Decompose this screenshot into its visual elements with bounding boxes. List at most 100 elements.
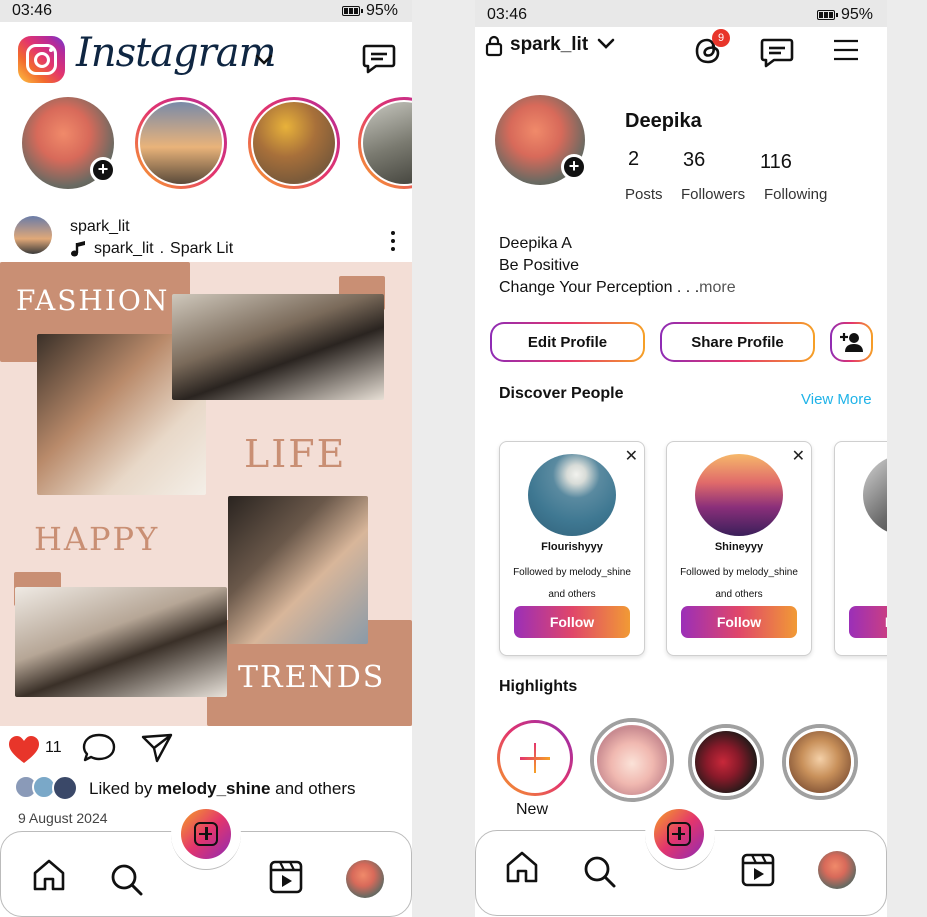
messenger-icon[interactable]: [362, 43, 396, 75]
stat-followers-value[interactable]: 36: [683, 149, 705, 172]
add-person-icon: [839, 333, 863, 352]
highlight-item[interactable]: [590, 718, 674, 802]
chevron-down-icon[interactable]: [597, 37, 615, 51]
profile-nav-avatar[interactable]: [818, 851, 856, 889]
follow-button[interactable]: Follow: [849, 606, 887, 638]
profile-display-name: Deepika: [625, 110, 702, 132]
status-bar: 03:46 95%: [475, 0, 887, 27]
suggestion-avatar[interactable]: [528, 454, 616, 536]
highlight-item[interactable]: [688, 724, 764, 800]
search-icon[interactable]: [583, 855, 617, 889]
music-note-icon: [71, 241, 85, 257]
suggestion-avatar[interactable]: [863, 454, 887, 536]
follow-button[interactable]: Follow: [514, 606, 630, 638]
liked-by-avatars: [14, 775, 80, 801]
post-author-avatar[interactable]: [14, 216, 52, 254]
story-own[interactable]: +: [22, 97, 116, 189]
instagram-wordmark: Instagram: [76, 30, 277, 76]
suggestion-followed-by: Followed: [841, 562, 888, 584]
new-highlight-button[interactable]: [497, 720, 573, 796]
bio-line: Change Your Perception . . .: [499, 279, 700, 296]
create-post-button[interactable]: [651, 806, 707, 862]
add-story-icon[interactable]: +: [90, 157, 116, 183]
messenger-icon[interactable]: [760, 37, 794, 69]
post-image[interactable]: FASHION LIFE HAPPY TRENDS: [0, 262, 412, 726]
plus-square-icon: [667, 822, 691, 846]
stat-following-value[interactable]: 116: [760, 151, 792, 174]
collage-photo: [172, 294, 384, 400]
reels-icon[interactable]: [269, 860, 303, 894]
like-heart-icon[interactable]: [8, 736, 40, 764]
bio-more-link[interactable]: more: [699, 279, 735, 296]
suggestion-name[interactable]: M: [835, 541, 887, 553]
audio-user: spark_lit: [94, 240, 154, 257]
audio-title: Spark Lit: [170, 240, 234, 257]
profile-nav-avatar[interactable]: [346, 860, 384, 898]
battery-percent: 95%: [365, 2, 398, 19]
add-story-icon[interactable]: +: [561, 154, 587, 180]
suggestion-card[interactable]: ✕ M Followed Follow: [834, 441, 887, 656]
suggestion-card[interactable]: ✕ Flourishyyy Followed by melody_shine an…: [499, 441, 645, 656]
collage-word: LIFE: [244, 432, 347, 476]
lock-icon: [485, 35, 503, 57]
status-time: 03:46: [12, 2, 53, 19]
highlight-item[interactable]: [782, 724, 858, 800]
status-time: 03:46: [487, 6, 528, 23]
status-bar: 03:46 95%: [0, 0, 412, 22]
stat-followers-label[interactable]: Followers: [681, 186, 745, 203]
create-post-button[interactable]: [178, 806, 234, 862]
discover-people-title: Discover People: [499, 385, 624, 402]
bio-line: Deepika A: [499, 235, 572, 252]
bio-line: Be Positive: [499, 257, 580, 274]
suggestion-name[interactable]: Shineyyy: [667, 541, 811, 553]
audio-separator: .: [159, 240, 165, 257]
collage-word: TRENDS: [238, 660, 386, 695]
discover-people-button[interactable]: [830, 322, 873, 362]
collage-word: FASHION: [16, 284, 170, 317]
share-send-icon[interactable]: [141, 733, 173, 763]
close-icon[interactable]: ✕: [625, 446, 638, 466]
feed-screen: 03:46 95% Instagram + spark_lit spark_li…: [0, 0, 412, 917]
stat-posts-value[interactable]: 2: [628, 148, 639, 171]
collage-photo: [228, 496, 368, 644]
search-icon[interactable]: [110, 863, 144, 897]
close-icon[interactable]: ✕: [792, 446, 805, 466]
battery-icon: [816, 10, 838, 20]
home-icon[interactable]: [505, 850, 539, 884]
liked-by-user[interactable]: melody_shine: [157, 779, 270, 798]
highlights-title: Highlights: [499, 678, 578, 695]
follow-button[interactable]: Follow: [681, 606, 797, 638]
story-item[interactable]: [135, 97, 227, 189]
plus-square-icon: [194, 822, 218, 846]
suggestion-followed-by: Followed by melody_shine: [513, 567, 631, 578]
battery-icon: [341, 6, 363, 16]
story-item[interactable]: [358, 97, 412, 189]
profile-username-switcher[interactable]: spark_lit: [510, 34, 588, 56]
instagram-logo-icon: [18, 36, 65, 83]
stat-posts-label[interactable]: Posts: [625, 186, 663, 203]
like-count: 11: [45, 739, 62, 756]
share-profile-button[interactable]: Share Profile: [660, 322, 815, 362]
comment-icon[interactable]: [82, 733, 116, 763]
suggestion-name[interactable]: Flourishyyy: [500, 541, 644, 553]
post-audio[interactable]: spark_lit . Spark Lit: [70, 240, 233, 258]
collage-photo: [15, 587, 227, 697]
battery-percent: 95%: [840, 6, 873, 23]
bio: Deepika A Be Positive Change Your Percep…: [499, 233, 736, 299]
suggestion-avatar[interactable]: [695, 454, 783, 536]
suggestion-card[interactable]: ✕ Shineyyy Followed by melody_shine and o…: [666, 441, 812, 656]
stat-following-label[interactable]: Following: [764, 186, 827, 203]
threads-badge: 9: [712, 29, 730, 47]
profile-screen: 03:46 95% spark_lit 9 + Deepika 2 Posts …: [475, 0, 887, 917]
chevron-down-icon[interactable]: [254, 53, 274, 67]
home-icon[interactable]: [32, 858, 66, 892]
story-item[interactable]: [248, 97, 340, 189]
post-username[interactable]: spark_lit: [70, 218, 130, 236]
more-options-icon[interactable]: [388, 230, 398, 252]
view-more-link[interactable]: View More: [801, 391, 872, 408]
edit-profile-button[interactable]: Edit Profile: [490, 322, 645, 362]
liked-by-text[interactable]: Liked by melody_shine and others: [89, 779, 355, 799]
new-highlight-label: New: [516, 801, 549, 818]
hamburger-menu-icon[interactable]: [833, 38, 859, 62]
reels-icon[interactable]: [741, 853, 775, 887]
